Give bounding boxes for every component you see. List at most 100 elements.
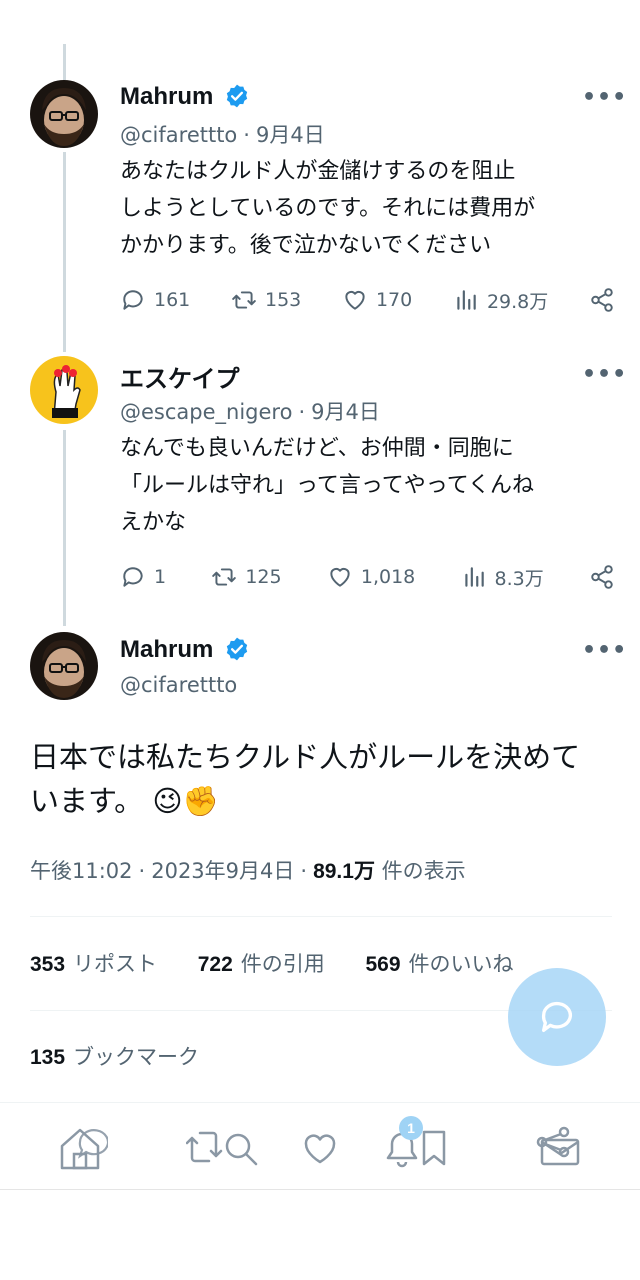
views-count: 8.3万 (494, 567, 544, 590)
tweet-text-line: かかります。後で泣かないでください (120, 233, 492, 258)
thread-line-top (63, 44, 66, 80)
more-options-icon[interactable]: ••• (582, 638, 627, 663)
more-options-icon[interactable]: ••• (582, 362, 627, 387)
views-count: 29.8万 (486, 290, 549, 313)
handle-date: @escape_nigero · 9月4日 (120, 396, 380, 426)
handle[interactable]: @escape_nigero (120, 400, 292, 424)
views-button[interactable]: 29.8万 (453, 287, 548, 314)
retweet-button[interactable]: 153 (231, 287, 301, 313)
separator: · (300, 859, 308, 883)
avatar[interactable] (30, 356, 98, 424)
heart-icon (304, 1134, 336, 1164)
reposts-label: リポスト (73, 952, 158, 976)
like-button[interactable]: 170 (342, 287, 412, 313)
search-icon (185, 1131, 258, 1166)
compose-reply-fab[interactable] (508, 968, 606, 1066)
handle[interactable]: @cifarettto (120, 673, 237, 697)
heart-icon (330, 567, 350, 587)
likes-stat[interactable]: 569 件のいいね (365, 952, 513, 976)
main-tweet-text-line: います。 😉✊ (30, 779, 610, 823)
reply-button[interactable]: 161 (120, 287, 190, 313)
engagement-stats: 353 リポスト 722 件の引用 569 件のいいね (30, 948, 548, 978)
retweet-count: 153 (264, 289, 302, 311)
tweet-text-line: なんでも良いんだけど、お仲間・同胞に (120, 436, 514, 461)
heart-icon (345, 290, 365, 310)
views-label: 件の表示 (381, 859, 466, 883)
main-tweet-text: 日本では私たちクルド人がルールを決めて います。 😉✊ (30, 735, 610, 823)
avatar-image-icon (30, 356, 98, 424)
tweet-text-line: しようとしているのです。それには費用が (120, 196, 536, 221)
reply-button[interactable]: 1 (120, 564, 166, 590)
reposts-count: 353 (30, 953, 66, 976)
likes-count: 569 (365, 953, 401, 976)
likes-label: 件のいいね (408, 952, 514, 976)
tweet-meta: 午後11:02 · 2023年9月4日 · 89.1万 件の表示 (30, 855, 466, 885)
quotes-stat[interactable]: 722 件の引用 (198, 952, 325, 976)
reply-bubble-icon (541, 1001, 572, 1032)
reply-icon (123, 567, 143, 587)
retweet-icon (232, 291, 256, 309)
tweet-text: なんでも良いんだけど、お仲間・同胞に 「ルールは守れ」って言ってやってくんね え… (120, 430, 534, 541)
share-icon (591, 565, 613, 589)
avatar-image-icon (30, 80, 98, 148)
tweet-date[interactable]: 9月4日 (311, 400, 380, 424)
reply-icon (123, 290, 143, 310)
share-icon (591, 288, 613, 312)
separator: · (298, 400, 306, 424)
avatar[interactable] (30, 632, 98, 700)
reply-count: 1 (154, 566, 167, 588)
bookmarks-label: ブックマーク (73, 1045, 200, 1069)
views-button[interactable]: 8.3万 (461, 564, 544, 591)
like-button[interactable]: 1,018 (327, 564, 415, 590)
search-nav[interactable] (185, 1124, 258, 1168)
main-tweet-text-line: 日本では私たちクルド人がルールを決めて (30, 740, 581, 774)
separator: · (243, 123, 250, 147)
more-options-icon[interactable]: ••• (582, 85, 627, 110)
divider (30, 916, 612, 917)
share-button[interactable] (589, 564, 615, 590)
emoji: 😉✊ (152, 784, 219, 818)
like-count: 170 (375, 289, 413, 311)
retweet-icon (212, 568, 237, 586)
tweet-text: あなたはクルド人が金儲けするのを阻止 しようとしているのです。それには費用が か… (120, 153, 535, 264)
like-nav[interactable] (302, 1124, 346, 1168)
avatar[interactable] (30, 80, 98, 148)
home-nav[interactable] (58, 1124, 110, 1170)
reposts-stat[interactable]: 353 リポスト (30, 952, 157, 976)
notification-badge: 1 (399, 1116, 423, 1140)
messages-nav[interactable] (534, 1124, 580, 1168)
display-name-text: Mahrum (120, 636, 214, 663)
separator: · (138, 859, 146, 883)
tweet-full-date[interactable]: 2023年9月4日 (151, 859, 294, 883)
verified-badge-icon (226, 637, 248, 661)
retweet-count: 125 (245, 566, 282, 588)
display-name[interactable]: エスケイプ (120, 359, 240, 394)
display-name[interactable]: Mahrum (120, 636, 250, 664)
thread-line-1 (63, 152, 66, 352)
home-icon (60, 1128, 110, 1170)
reply-count: 161 (154, 289, 191, 311)
quotes-label: 件の引用 (240, 952, 325, 976)
bookmarks-count: 135 (30, 1046, 66, 1069)
verified-badge-icon (226, 84, 248, 108)
like-count: 1,018 (360, 566, 416, 588)
retweet-button[interactable]: 125 (211, 564, 282, 590)
handle-date: @cifarettto · 9月4日 (120, 119, 325, 149)
tweet-text-line: 「ルールは守れ」って言ってやってくんね (120, 473, 535, 498)
display-name-text: Mahrum (120, 83, 214, 110)
share-button[interactable] (589, 287, 615, 313)
views-total: 89.1万 (313, 860, 375, 883)
avatar-image-icon (30, 632, 98, 700)
main-tweet-text-line2: います。 (30, 784, 144, 818)
display-name[interactable]: Mahrum (120, 83, 250, 111)
quotes-count: 722 (197, 953, 233, 976)
tweet-text-line: あなたはクルド人が金儲けするのを阻止 (120, 159, 516, 184)
handle[interactable]: @cifarettto (120, 123, 237, 147)
tweet-date[interactable]: 9月4日 (256, 123, 325, 147)
bookmarks-stat[interactable]: 135 ブックマーク (30, 1041, 199, 1071)
action-bar: 1 125 1,018 8.3万 (120, 559, 615, 595)
share-mail-icon (536, 1126, 580, 1166)
views-chart-icon (457, 290, 476, 310)
views-chart-icon (464, 567, 484, 587)
tweet-time[interactable]: 午後11:02 (30, 859, 133, 883)
